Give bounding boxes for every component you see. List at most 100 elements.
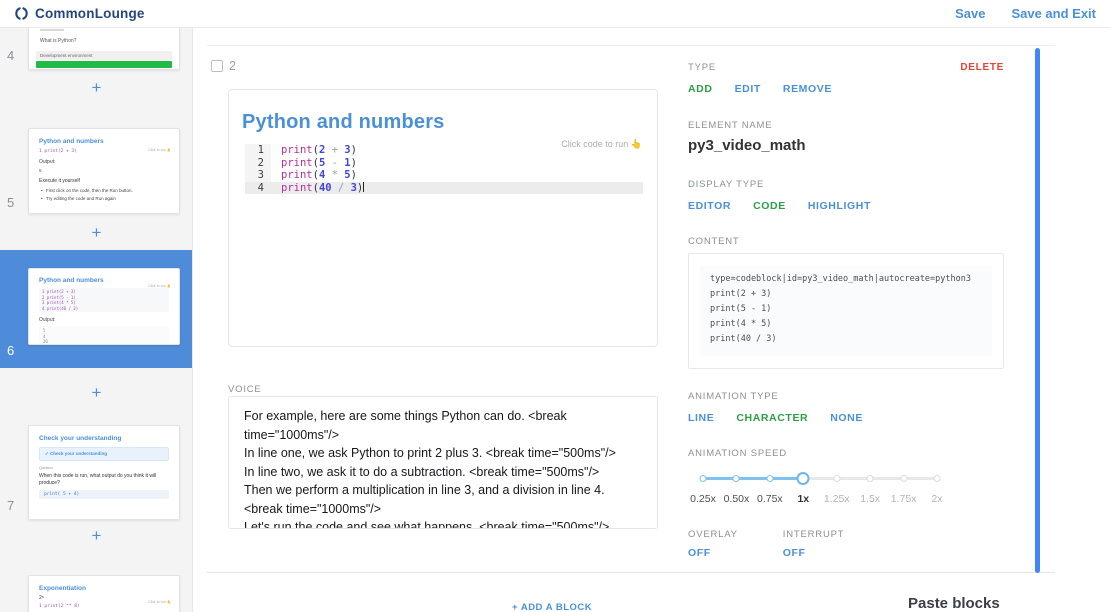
slide-thumbnail-7[interactable]: Check your understanding ✓ Check your un… (28, 425, 180, 520)
animation-speed-slider[interactable]: 0.25x0.50x0.75x1x1.25x1.5x1.75x2x (703, 469, 937, 509)
brand[interactable]: CommonLounge (14, 6, 145, 21)
thumb-code-line: 4 print(40 / 3) (42, 306, 166, 312)
option-remove[interactable]: REMOVE (783, 83, 832, 95)
option-none[interactable]: NONE (830, 412, 863, 424)
display-type-label: DISPLAY TYPE (688, 179, 1004, 190)
slider-track-fill (703, 477, 803, 480)
speed-tick-1.25x[interactable] (833, 475, 840, 482)
scrollbar-thumb[interactable] (1035, 48, 1040, 573)
pointer-up-icon: 👆 (167, 284, 171, 288)
option-line[interactable]: LINE (688, 412, 714, 424)
line-number: 2 (245, 157, 271, 170)
speed-label-0.50x[interactable]: 0.50x (724, 493, 750, 505)
speed-tick-1.5x[interactable] (867, 475, 874, 482)
voice-textarea[interactable]: For example, here are some things Python… (228, 396, 658, 529)
code-line-4[interactable]: 4print(40 / 3) (245, 182, 643, 195)
option-highlight[interactable]: HIGHLIGHT (808, 200, 871, 212)
slide-thumbnail-5[interactable]: Python and numbers Click to run 👆 1 prin… (28, 128, 180, 214)
display-type-options: EDITOR CODE HIGHLIGHT (688, 200, 1004, 212)
line-number: 1 (245, 144, 271, 157)
block-checkbox[interactable] (211, 60, 223, 72)
save-button[interactable]: Save (955, 6, 985, 21)
code-line-2[interactable]: 2print(5 - 1) (245, 157, 643, 170)
block-settings-panel: TYPE DELETE ADD EDIT REMOVE ELEMENT NAME p… (688, 55, 1004, 559)
option-character[interactable]: CHARACTER (736, 412, 808, 424)
thumb-text: What is Python? (40, 38, 76, 44)
code-text: print(4 * 5) (271, 169, 643, 182)
speed-label-1.5x[interactable]: 1.5x (860, 493, 880, 505)
speed-tick-0.25x[interactable] (700, 475, 707, 482)
bottom-divider (207, 572, 1055, 573)
interrupt-toggle[interactable]: OFF (783, 547, 845, 559)
thumb-run-hint: Click to run 👆 (148, 600, 171, 604)
thumb-bullet: First click on the code, then the Run bu… (39, 187, 169, 195)
add-block-button[interactable]: + ADD A BLOCK (512, 602, 592, 612)
slide-thumbnail-4[interactable]: What is Python? Development environment (28, 28, 180, 70)
slide-thumbnail-8[interactable]: Exponentiation 2⁸ Click to run 👆 1 print… (28, 575, 180, 612)
pointer-up-icon: 👆 (167, 600, 171, 604)
add-slide-button[interactable]: + (0, 78, 193, 98)
overlay-toggle[interactable]: OFF (688, 547, 738, 559)
speed-labels: 0.25x0.50x0.75x1x1.25x1.5x1.75x2x (703, 493, 937, 507)
thumb-title: Python and numbers (39, 277, 169, 284)
speed-tick-1x[interactable] (797, 472, 810, 485)
line-number: 3 (245, 169, 271, 182)
speed-label-1.75x[interactable]: 1.75x (891, 493, 917, 505)
add-slide-button[interactable]: + (0, 383, 193, 403)
animation-type-label: ANIMATION TYPE (688, 391, 1004, 402)
app: CommonLounge Save Save and Exit 4 What i… (0, 0, 1110, 612)
speed-tick-0.75x[interactable] (766, 475, 773, 482)
thumb-output-label: Output: (39, 159, 169, 165)
animation-type-options: LINE CHARACTER NONE (688, 412, 1004, 424)
add-slide-button[interactable]: + (0, 526, 193, 546)
slide-thumbnail-6-selected[interactable]: Python and numbers Click to run 👆 1 prin… (28, 268, 180, 345)
element-name-label: ELEMENT NAME (688, 120, 1004, 131)
slide-number-7: 7 (7, 498, 14, 513)
block-preview-card[interactable]: Python and numbers Click code to run 👆 1… (228, 89, 658, 347)
thumb-gray-button: Development environment (36, 51, 172, 60)
content-top-divider (207, 45, 1055, 46)
element-name-value[interactable]: py3_video_math (688, 137, 1004, 154)
thumb-output-line: 13.333333333333334 (43, 345, 165, 346)
thumb-bullet-list: First click on the code, then the Run bu… (39, 187, 169, 203)
option-edit[interactable]: EDIT (735, 83, 761, 95)
save-and-exit-button[interactable]: Save and Exit (1011, 6, 1096, 21)
code-line-3[interactable]: 3print(4 * 5) (245, 169, 643, 182)
content-text[interactable]: type=codeblock|id=py3_video_math|autocre… (700, 266, 992, 356)
preview-title: Python and numbers (242, 111, 657, 134)
thumb-code-line: 1 print(2 ** 8) (39, 604, 169, 609)
thumb-run-hint: Click to run 👆 (148, 148, 171, 152)
text-cursor (363, 182, 364, 192)
speed-tick-0.50x[interactable] (733, 475, 740, 482)
thumb-question-label: Question (39, 466, 169, 470)
speed-label-2x[interactable]: 2x (931, 493, 942, 505)
delete-button[interactable]: DELETE (960, 62, 1004, 73)
thumb-run-hint: Click to run 👆 (148, 284, 171, 288)
thumb-title: Exponentiation (39, 585, 169, 592)
speed-tick-1.75x[interactable] (900, 475, 907, 482)
speed-label-0.25x[interactable]: 0.25x (690, 493, 716, 505)
speed-label-0.75x[interactable]: 0.75x (757, 493, 783, 505)
top-bar: CommonLounge Save Save and Exit (0, 0, 1110, 28)
option-editor[interactable]: EDITOR (688, 200, 731, 212)
thumb-output-label: Output: (39, 317, 169, 323)
interrupt-label: INTERRUPT (783, 529, 845, 540)
type-label: TYPE (688, 62, 716, 73)
block-index-label: 2 (229, 59, 236, 73)
check-icon: ✓ (45, 451, 49, 456)
speed-label-1.25x[interactable]: 1.25x (824, 493, 850, 505)
thumb-bullet: Try editing the code and Run again (39, 195, 169, 203)
code-block[interactable]: 1print(2 + 3)2print(5 - 1)3print(4 * 5)4… (245, 144, 643, 194)
thumb-question: When this code is run, what output do yo… (39, 473, 169, 487)
add-slide-button[interactable]: + (0, 223, 193, 243)
overlay-label: OVERLAY (688, 529, 738, 540)
thumb-title: Python and numbers (39, 138, 169, 145)
paste-blocks-button[interactable]: Paste blocks (908, 595, 1000, 612)
option-code[interactable]: CODE (753, 200, 786, 212)
option-add[interactable]: ADD (688, 83, 713, 95)
thumb-subtitle: Execute it yourself (39, 178, 169, 184)
speed-label-1x[interactable]: 1x (797, 493, 809, 505)
content-editor[interactable]: type=codeblock|id=py3_video_math|autocre… (688, 253, 1004, 369)
content-label: CONTENT (688, 236, 1004, 247)
speed-tick-2x[interactable] (934, 475, 941, 482)
